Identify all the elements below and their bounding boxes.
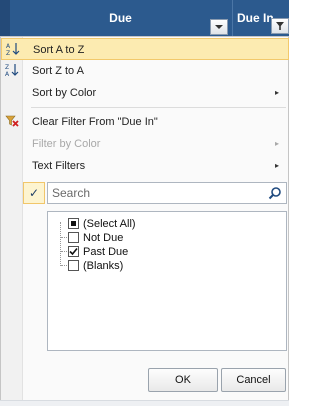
due-filter-dropdown-button[interactable] (210, 19, 228, 35)
menu-item-label: Text Filters (32, 160, 86, 172)
partial-checkbox[interactable] (68, 218, 79, 229)
chevron-down-icon (215, 25, 223, 29)
list-item[interactable]: Past Due (48, 245, 286, 259)
unchecked-checkbox[interactable] (68, 260, 79, 271)
menu-separator (31, 107, 286, 108)
active-filter-check-icon: ✓ (23, 182, 45, 204)
svg-text:A: A (5, 71, 10, 77)
menu-item-clear-filter[interactable]: Clear Filter From "Due In" (1, 111, 289, 133)
list-item-label: Past Due (83, 246, 129, 258)
menu-item-label: Sort A to Z (33, 44, 85, 56)
partial-indicator (71, 221, 76, 226)
checked-checkbox[interactable] (68, 246, 79, 257)
list-item-label: (Select All) (83, 218, 136, 230)
menu-item-label: Sort Z to A (32, 65, 84, 77)
filter-icon (276, 22, 284, 30)
resize-grip[interactable] (0, 400, 289, 406)
sort-ascending-icon: AZ (5, 42, 21, 58)
svg-text:Z: Z (6, 50, 10, 56)
filter-values-list[interactable]: (Select All) Not Due Past Due (Blanks) (47, 211, 287, 351)
menu-item-text-filters[interactable]: Text Filters ▸ (1, 155, 289, 177)
list-item-label: (Blanks) (83, 260, 124, 272)
submenu-arrow-icon: ▸ (274, 88, 279, 97)
ok-button[interactable]: OK (148, 368, 218, 392)
unchecked-checkbox[interactable] (68, 232, 79, 243)
search-placeholder: Search (52, 186, 91, 200)
list-item-select-all[interactable]: (Select All) (48, 217, 286, 231)
list-item[interactable]: Not Due (48, 231, 286, 245)
svg-text:Z: Z (5, 64, 9, 71)
search-icon (268, 186, 282, 200)
column-header-due[interactable]: Due (10, 0, 231, 36)
menu-item-label: Filter by Color (32, 138, 101, 150)
menu-item-label: Clear Filter From "Due In" (32, 116, 158, 128)
list-item-label: Not Due (83, 232, 124, 244)
header-left-edge (0, 0, 10, 36)
autofilter-menu: AZ Sort A to Z ZA Sort Z to A Sort by Co… (0, 36, 289, 402)
clear-filter-icon (4, 114, 20, 130)
menu-item-label: Sort by Color (32, 87, 97, 99)
submenu-arrow-icon: ▸ (274, 139, 279, 148)
menu-item-sort-by-color[interactable]: Sort by Color ▸ (1, 82, 289, 104)
cancel-button[interactable]: Cancel (221, 368, 286, 392)
svg-text:A: A (6, 43, 11, 50)
sort-descending-icon: ZA (4, 63, 20, 79)
submenu-arrow-icon: ▸ (274, 161, 279, 170)
search-input[interactable]: Search (47, 182, 287, 204)
menu-item-filter-by-color: Filter by Color ▸ (1, 133, 289, 155)
table-header: Due Due In (0, 0, 289, 36)
due-in-filter-button[interactable] (271, 18, 289, 34)
menu-item-sort-z-to-a[interactable]: ZA Sort Z to A (1, 60, 289, 82)
menu-item-sort-a-to-z[interactable]: AZ Sort A to Z (1, 38, 289, 60)
list-item[interactable]: (Blanks) (48, 259, 286, 273)
